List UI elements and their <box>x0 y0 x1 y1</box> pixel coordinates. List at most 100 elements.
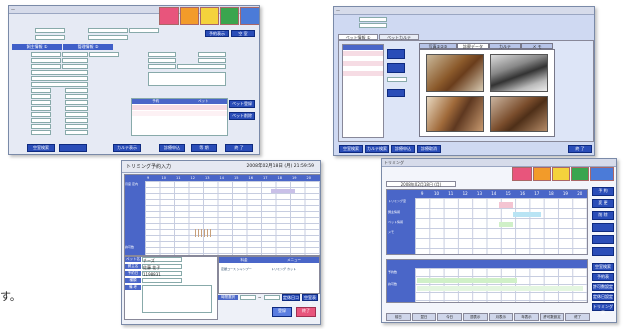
form-field[interactable] <box>31 82 88 87</box>
search-vacancy-button[interactable]: 空室検索 <box>592 263 614 271</box>
type-field[interactable] <box>142 278 182 283</box>
form-field[interactable] <box>65 94 88 99</box>
list-item[interactable] <box>132 111 227 116</box>
reservation-table-button[interactable]: 予約表 <box>592 273 614 281</box>
tab-blue[interactable] <box>590 167 614 181</box>
nav-limit[interactable]: 許可数設定 <box>539 313 565 321</box>
register-button[interactable]: 登録 <box>272 307 292 317</box>
form-field[interactable] <box>31 106 51 111</box>
grid-cells[interactable] <box>415 268 587 302</box>
pet-no-field[interactable]: 1198831 <box>142 271 182 277</box>
form-field[interactable] <box>198 52 226 57</box>
reservation-block[interactable] <box>513 212 541 217</box>
table-cell[interactable]: トリミング カット <box>271 267 317 271</box>
reservation-block[interactable] <box>417 286 583 291</box>
side-field[interactable] <box>387 77 407 82</box>
form-field[interactable] <box>31 88 51 93</box>
form-field[interactable] <box>65 118 88 123</box>
side-button[interactable] <box>592 223 614 232</box>
nav-today[interactable]: 今日 <box>437 313 462 321</box>
delete-button[interactable]: 削 除 <box>592 211 614 220</box>
bottom-button[interactable] <box>59 144 87 152</box>
reservation-block[interactable] <box>499 222 513 227</box>
reservation-block[interactable] <box>271 189 295 193</box>
reservation-block[interactable] <box>195 229 211 237</box>
tab-green[interactable] <box>220 7 239 25</box>
side-button[interactable] <box>592 247 614 256</box>
search-vacancy-button[interactable]: 空室検索 <box>339 145 363 153</box>
nav-month[interactable]: 月表示 <box>488 313 514 321</box>
list-item[interactable] <box>132 105 227 110</box>
nav-exit[interactable]: 終了 <box>565 313 590 321</box>
tab-pink[interactable] <box>512 167 532 181</box>
form-field[interactable] <box>31 58 61 63</box>
form-field[interactable] <box>198 58 226 63</box>
side-button[interactable] <box>387 89 405 97</box>
form-field[interactable] <box>148 64 176 69</box>
header-field[interactable] <box>35 35 65 40</box>
reservation-button[interactable]: 予約表示 <box>205 30 229 37</box>
tab-orange[interactable] <box>533 167 551 181</box>
dog-photo[interactable] <box>490 96 548 132</box>
nav-week[interactable]: 週表示 <box>462 313 488 321</box>
notes-field[interactable] <box>142 285 212 313</box>
form-field[interactable] <box>31 70 88 75</box>
time-from-field[interactable] <box>240 295 256 300</box>
exit-button[interactable]: 終 了 <box>225 144 253 152</box>
dog-photo[interactable] <box>426 96 484 132</box>
form-field[interactable] <box>148 52 176 57</box>
form-field[interactable] <box>89 52 119 57</box>
nav-year[interactable]: 年表示 <box>514 313 539 321</box>
tab-green[interactable] <box>571 167 589 181</box>
exam-request-button[interactable]: 診療申込 <box>159 144 185 152</box>
reservation-block[interactable] <box>417 278 517 283</box>
form-field[interactable] <box>62 52 88 57</box>
form-field[interactable] <box>62 64 88 69</box>
form-field[interactable] <box>148 58 176 63</box>
form-field[interactable] <box>148 72 226 86</box>
form-field[interactable] <box>65 106 88 111</box>
header-field[interactable] <box>359 17 387 22</box>
exit-button[interactable]: 終 了 <box>568 145 592 153</box>
pet-name-field[interactable]: チーズ <box>142 257 182 263</box>
holiday-copy-button[interactable]: 定休日コピー <box>282 294 300 306</box>
chart-search-button[interactable]: カルテ検索 <box>365 145 389 153</box>
form-field[interactable] <box>31 118 51 123</box>
search-vacancy-button[interactable]: 空室検索 <box>27 144 55 152</box>
nav-next-day[interactable]: 翌日 <box>411 313 437 321</box>
form-field[interactable] <box>31 124 51 129</box>
header-field[interactable] <box>88 35 128 40</box>
tab-yellow[interactable] <box>552 167 570 181</box>
dog-photo[interactable] <box>426 54 484 92</box>
date-tab[interactable]: 2008年02月18日 (月) <box>386 181 456 187</box>
owner-name-field[interactable]: 佐藤 花子 <box>142 264 182 270</box>
form-field[interactable] <box>31 52 61 57</box>
holiday-settings-button[interactable]: 定休日設定 <box>592 293 614 301</box>
tab-orange[interactable] <box>180 7 199 25</box>
tab-pink[interactable] <box>159 7 179 25</box>
reserve-button[interactable]: 予 約 <box>592 187 614 196</box>
vacancy-button[interactable]: 空 室 <box>231 30 255 37</box>
chart-button[interactable]: カルテ表示 <box>113 144 141 152</box>
form-field[interactable] <box>31 76 88 81</box>
nav-prev-day[interactable]: 前日 <box>386 313 411 321</box>
exam-request-button[interactable]: 診療申込 <box>391 145 415 153</box>
side-button[interactable] <box>387 63 405 73</box>
wait-button[interactable]: 等 期 <box>191 144 217 152</box>
form-field[interactable] <box>31 64 61 69</box>
form-field[interactable] <box>62 58 88 63</box>
form-field[interactable] <box>31 100 51 105</box>
tab-blue[interactable] <box>240 7 259 25</box>
trimming-table-button[interactable]: トリミング表 <box>592 303 614 315</box>
list-item[interactable] <box>343 71 383 76</box>
tab-yellow[interactable] <box>200 7 219 25</box>
exam-cancel-button[interactable]: 診療取消 <box>417 145 441 153</box>
pet-delete-button[interactable]: ペット削除 <box>229 112 255 120</box>
table-cell[interactable]: 定額コース シャンプー <box>221 267 267 271</box>
pet-register-button[interactable]: ペット登録 <box>229 100 255 108</box>
form-field[interactable] <box>31 130 51 135</box>
time-to-field[interactable] <box>264 295 280 300</box>
header-field[interactable] <box>35 28 65 33</box>
dog-photo[interactable] <box>490 54 548 92</box>
reservation-block[interactable] <box>499 202 513 208</box>
